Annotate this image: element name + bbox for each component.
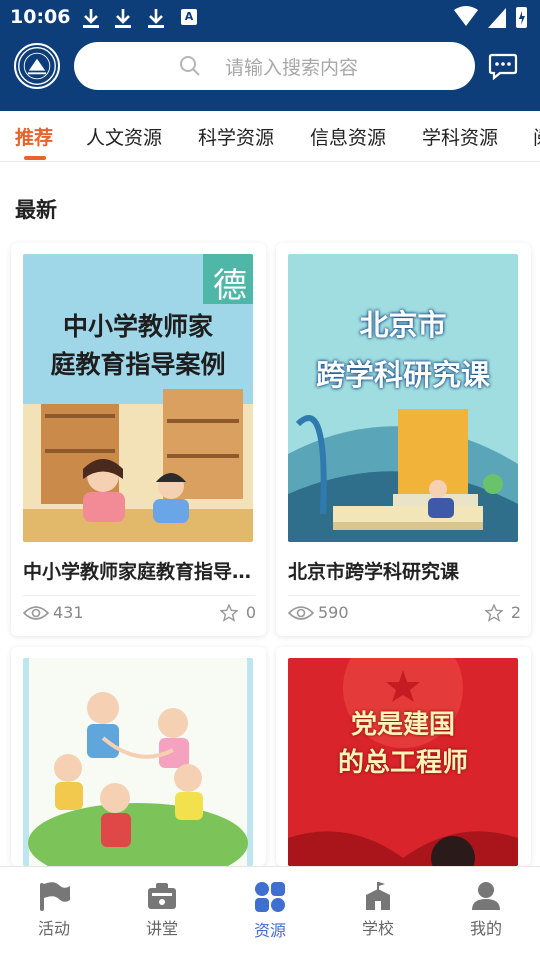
download-icon <box>148 9 164 28</box>
tab-active-indicator <box>24 156 46 160</box>
views-count: 431 <box>22 602 84 622</box>
nav-resources[interactable]: 资源 <box>216 881 324 941</box>
resource-card[interactable] <box>11 647 266 866</box>
search-bar[interactable]: 请输入搜索内容 <box>74 42 475 90</box>
eye-icon <box>22 605 50 620</box>
search-icon <box>180 56 200 76</box>
lectern-icon <box>148 883 176 909</box>
tab-recommend[interactable]: 推荐 <box>15 123 53 150</box>
card-title[interactable]: 北京市跨学科研究课 <box>288 557 520 584</box>
cover-line: 北京市 <box>359 308 447 342</box>
views-value: 590 <box>318 603 349 622</box>
resource-card[interactable]: 党是建国 的总工程师 <box>276 647 531 866</box>
nav-lecture[interactable]: 讲堂 <box>108 881 216 939</box>
tab-reading[interactable]: 阅 <box>533 123 540 150</box>
a-notification-icon: A <box>181 9 197 25</box>
cover-text: 中小学教师家 庭教育指导案例 <box>23 308 253 384</box>
status-system-icons <box>454 6 527 28</box>
message-icon[interactable] <box>488 52 518 80</box>
tab-humanities[interactable]: 人文资源 <box>86 123 162 150</box>
download-icon <box>115 9 131 28</box>
cover-text: 党是建国 的总工程师 <box>288 706 518 782</box>
cover-line: 中小学教师家 <box>62 312 213 341</box>
nav-label: 我的 <box>469 919 502 938</box>
section-title: 最新 <box>15 198 57 222</box>
card-cover[interactable]: 德 中小学教师家 庭教育指导案例 <box>23 254 253 542</box>
card-title[interactable]: 中小学教师家庭教育指导案例 <box>23 557 255 584</box>
card-cover[interactable]: 党是建国 的总工程师 <box>288 658 518 866</box>
cover-image-children-circle <box>23 658 253 866</box>
flag-icon <box>40 882 70 911</box>
favorites-value: 2 <box>510 603 521 622</box>
card-cover[interactable] <box>23 658 253 866</box>
cover-badge: 德 <box>213 266 247 306</box>
nav-profile[interactable]: 我的 <box>432 881 540 939</box>
nav-activities[interactable]: 活动 <box>0 881 108 939</box>
views-value: 431 <box>53 603 84 622</box>
favorites-count[interactable]: 0 <box>219 602 256 622</box>
card-divider <box>288 595 520 596</box>
tab-science[interactable]: 科学资源 <box>198 123 274 150</box>
school-icon <box>366 882 390 910</box>
signal-icon <box>488 8 506 28</box>
nav-label: 讲堂 <box>145 919 178 938</box>
status-time: 10:06 <box>10 6 71 28</box>
card-cover[interactable]: 北京市 跨学科研究课 <box>288 254 518 542</box>
search-placeholder: 请输入搜索内容 <box>225 57 359 79</box>
nav-label: 活动 <box>37 919 70 938</box>
app-header: 10:06 A 请输入搜索内容 <box>0 0 540 111</box>
nav-label: 资源 <box>253 921 286 940</box>
cover-line: 的总工程师 <box>337 748 468 778</box>
cover-line: 党是建国 <box>350 710 455 740</box>
favorites-value: 0 <box>245 603 256 622</box>
nav-label: 学校 <box>361 919 394 938</box>
star-icon[interactable] <box>219 602 239 622</box>
nav-school[interactable]: 学校 <box>324 881 432 939</box>
favorites-count[interactable]: 2 <box>484 602 521 622</box>
card-divider <box>23 595 255 596</box>
grid-icon <box>255 882 285 912</box>
cover-line: 庭教育指导案例 <box>50 350 226 379</box>
star-icon[interactable] <box>484 602 504 622</box>
tab-subject[interactable]: 学科资源 <box>422 123 498 150</box>
school-logo[interactable] <box>14 43 60 89</box>
download-icon <box>83 9 99 28</box>
tab-information[interactable]: 信息资源 <box>310 123 386 150</box>
cover-text: 北京市 跨学科研究课 <box>288 300 518 400</box>
wifi-icon <box>454 6 478 26</box>
resource-card[interactable]: 北京市 跨学科研究课 北京市跨学科研究课 590 2 <box>276 243 531 636</box>
views-count: 590 <box>287 602 349 622</box>
resource-card[interactable]: 德 中小学教师家 庭教育指导案例 中小学教师家庭教育指导案例 431 0 <box>11 243 266 636</box>
cover-line: 跨学科研究课 <box>315 358 490 392</box>
status-bar: 10:06 A <box>0 0 540 36</box>
eye-icon <box>287 605 315 620</box>
bottom-navigation: 活动 讲堂 资源 学校 我的 <box>0 866 540 960</box>
user-icon <box>472 882 500 910</box>
category-tabs: 推荐 人文资源 科学资源 信息资源 学科资源 阅 <box>0 111 540 162</box>
